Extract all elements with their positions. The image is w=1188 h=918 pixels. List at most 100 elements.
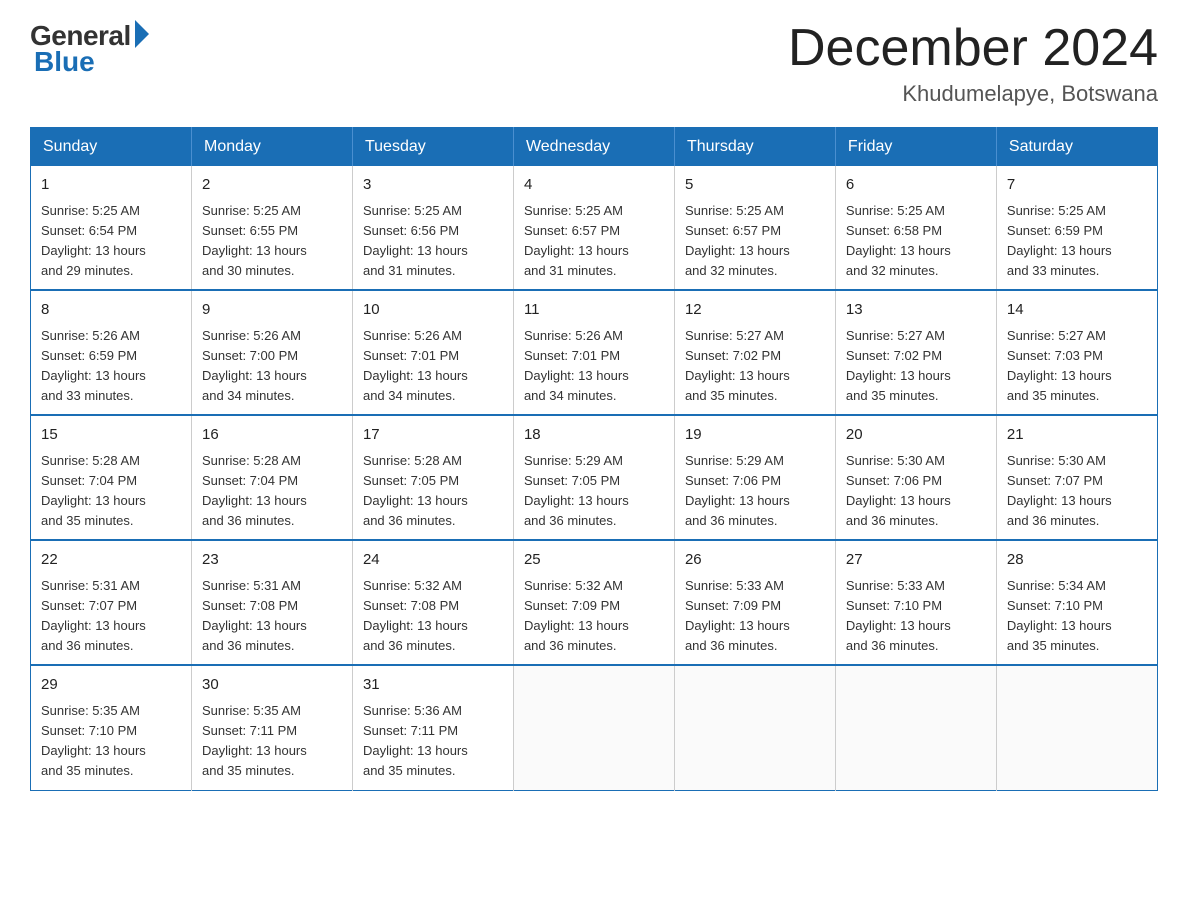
calendar-day-cell: 25 Sunrise: 5:32 AMSunset: 7:09 PMDaylig… (513, 540, 674, 665)
calendar-day-cell: 18 Sunrise: 5:29 AMSunset: 7:05 PMDaylig… (513, 415, 674, 540)
day-info: Sunrise: 5:33 AMSunset: 7:10 PMDaylight:… (846, 578, 951, 653)
calendar-week-row: 22 Sunrise: 5:31 AMSunset: 7:07 PMDaylig… (31, 540, 1158, 665)
day-info: Sunrise: 5:28 AMSunset: 7:04 PMDaylight:… (41, 453, 146, 528)
day-number: 11 (524, 299, 664, 322)
day-number: 9 (202, 299, 342, 322)
calendar-day-cell: 14 Sunrise: 5:27 AMSunset: 7:03 PMDaylig… (996, 290, 1157, 415)
calendar-day-cell: 21 Sunrise: 5:30 AMSunset: 7:07 PMDaylig… (996, 415, 1157, 540)
day-info: Sunrise: 5:32 AMSunset: 7:09 PMDaylight:… (524, 578, 629, 653)
calendar-week-row: 8 Sunrise: 5:26 AMSunset: 6:59 PMDayligh… (31, 290, 1158, 415)
day-info: Sunrise: 5:30 AMSunset: 7:07 PMDaylight:… (1007, 453, 1112, 528)
calendar-day-cell (835, 665, 996, 790)
day-number: 25 (524, 549, 664, 572)
calendar-day-cell: 13 Sunrise: 5:27 AMSunset: 7:02 PMDaylig… (835, 290, 996, 415)
day-number: 30 (202, 674, 342, 697)
calendar-table: SundayMondayTuesdayWednesdayThursdayFrid… (30, 127, 1158, 790)
logo: General Blue (30, 20, 149, 78)
day-info: Sunrise: 5:28 AMSunset: 7:05 PMDaylight:… (363, 453, 468, 528)
calendar-day-cell: 11 Sunrise: 5:26 AMSunset: 7:01 PMDaylig… (513, 290, 674, 415)
calendar-day-cell: 24 Sunrise: 5:32 AMSunset: 7:08 PMDaylig… (352, 540, 513, 665)
day-number: 13 (846, 299, 986, 322)
day-info: Sunrise: 5:35 AMSunset: 7:11 PMDaylight:… (202, 703, 307, 778)
day-info: Sunrise: 5:27 AMSunset: 7:02 PMDaylight:… (685, 328, 790, 403)
location-text: Khudumelapye, Botswana (788, 81, 1158, 107)
day-info: Sunrise: 5:28 AMSunset: 7:04 PMDaylight:… (202, 453, 307, 528)
day-info: Sunrise: 5:25 AMSunset: 6:56 PMDaylight:… (363, 203, 468, 278)
calendar-day-header: Sunday (31, 128, 192, 167)
calendar-day-cell: 16 Sunrise: 5:28 AMSunset: 7:04 PMDaylig… (191, 415, 352, 540)
day-number: 29 (41, 674, 181, 697)
month-title: December 2024 (788, 20, 1158, 77)
calendar-day-cell: 1 Sunrise: 5:25 AMSunset: 6:54 PMDayligh… (31, 166, 192, 290)
calendar-day-header: Thursday (674, 128, 835, 167)
day-info: Sunrise: 5:31 AMSunset: 7:08 PMDaylight:… (202, 578, 307, 653)
calendar-day-cell: 28 Sunrise: 5:34 AMSunset: 7:10 PMDaylig… (996, 540, 1157, 665)
calendar-day-cell (996, 665, 1157, 790)
calendar-day-cell: 10 Sunrise: 5:26 AMSunset: 7:01 PMDaylig… (352, 290, 513, 415)
calendar-day-cell: 31 Sunrise: 5:36 AMSunset: 7:11 PMDaylig… (352, 665, 513, 790)
day-info: Sunrise: 5:25 AMSunset: 6:54 PMDaylight:… (41, 203, 146, 278)
day-info: Sunrise: 5:27 AMSunset: 7:02 PMDaylight:… (846, 328, 951, 403)
day-number: 19 (685, 424, 825, 447)
calendar-day-cell (513, 665, 674, 790)
calendar-day-cell: 2 Sunrise: 5:25 AMSunset: 6:55 PMDayligh… (191, 166, 352, 290)
day-info: Sunrise: 5:30 AMSunset: 7:06 PMDaylight:… (846, 453, 951, 528)
day-number: 31 (363, 674, 503, 697)
day-number: 16 (202, 424, 342, 447)
day-info: Sunrise: 5:29 AMSunset: 7:05 PMDaylight:… (524, 453, 629, 528)
day-info: Sunrise: 5:26 AMSunset: 7:00 PMDaylight:… (202, 328, 307, 403)
calendar-day-cell: 6 Sunrise: 5:25 AMSunset: 6:58 PMDayligh… (835, 166, 996, 290)
calendar-day-cell: 22 Sunrise: 5:31 AMSunset: 7:07 PMDaylig… (31, 540, 192, 665)
day-number: 4 (524, 174, 664, 197)
day-info: Sunrise: 5:25 AMSunset: 6:57 PMDaylight:… (685, 203, 790, 278)
calendar-day-cell: 30 Sunrise: 5:35 AMSunset: 7:11 PMDaylig… (191, 665, 352, 790)
day-info: Sunrise: 5:25 AMSunset: 6:58 PMDaylight:… (846, 203, 951, 278)
calendar-day-header: Monday (191, 128, 352, 167)
calendar-day-header: Friday (835, 128, 996, 167)
day-number: 12 (685, 299, 825, 322)
day-number: 6 (846, 174, 986, 197)
calendar-day-cell: 12 Sunrise: 5:27 AMSunset: 7:02 PMDaylig… (674, 290, 835, 415)
day-number: 5 (685, 174, 825, 197)
calendar-day-cell: 29 Sunrise: 5:35 AMSunset: 7:10 PMDaylig… (31, 665, 192, 790)
day-number: 15 (41, 424, 181, 447)
day-number: 3 (363, 174, 503, 197)
day-info: Sunrise: 5:36 AMSunset: 7:11 PMDaylight:… (363, 703, 468, 778)
calendar-week-row: 15 Sunrise: 5:28 AMSunset: 7:04 PMDaylig… (31, 415, 1158, 540)
calendar-day-cell: 19 Sunrise: 5:29 AMSunset: 7:06 PMDaylig… (674, 415, 835, 540)
day-info: Sunrise: 5:31 AMSunset: 7:07 PMDaylight:… (41, 578, 146, 653)
calendar-day-cell: 8 Sunrise: 5:26 AMSunset: 6:59 PMDayligh… (31, 290, 192, 415)
calendar-day-cell: 9 Sunrise: 5:26 AMSunset: 7:00 PMDayligh… (191, 290, 352, 415)
day-info: Sunrise: 5:33 AMSunset: 7:09 PMDaylight:… (685, 578, 790, 653)
calendar-week-row: 29 Sunrise: 5:35 AMSunset: 7:10 PMDaylig… (31, 665, 1158, 790)
day-number: 22 (41, 549, 181, 572)
calendar-day-header: Saturday (996, 128, 1157, 167)
day-number: 26 (685, 549, 825, 572)
calendar-day-header: Tuesday (352, 128, 513, 167)
day-number: 10 (363, 299, 503, 322)
calendar-header-row: SundayMondayTuesdayWednesdayThursdayFrid… (31, 128, 1158, 167)
day-number: 28 (1007, 549, 1147, 572)
page-header: General Blue December 2024 Khudumelapye,… (30, 20, 1158, 107)
calendar-day-cell: 27 Sunrise: 5:33 AMSunset: 7:10 PMDaylig… (835, 540, 996, 665)
logo-blue-text: Blue (30, 46, 95, 78)
calendar-week-row: 1 Sunrise: 5:25 AMSunset: 6:54 PMDayligh… (31, 166, 1158, 290)
day-info: Sunrise: 5:25 AMSunset: 6:55 PMDaylight:… (202, 203, 307, 278)
day-number: 8 (41, 299, 181, 322)
day-info: Sunrise: 5:27 AMSunset: 7:03 PMDaylight:… (1007, 328, 1112, 403)
calendar-day-header: Wednesday (513, 128, 674, 167)
day-number: 24 (363, 549, 503, 572)
day-number: 17 (363, 424, 503, 447)
day-number: 23 (202, 549, 342, 572)
calendar-day-cell: 15 Sunrise: 5:28 AMSunset: 7:04 PMDaylig… (31, 415, 192, 540)
day-info: Sunrise: 5:25 AMSunset: 6:59 PMDaylight:… (1007, 203, 1112, 278)
calendar-day-cell: 5 Sunrise: 5:25 AMSunset: 6:57 PMDayligh… (674, 166, 835, 290)
day-info: Sunrise: 5:35 AMSunset: 7:10 PMDaylight:… (41, 703, 146, 778)
logo-triangle-icon (135, 20, 149, 48)
day-info: Sunrise: 5:25 AMSunset: 6:57 PMDaylight:… (524, 203, 629, 278)
day-number: 14 (1007, 299, 1147, 322)
day-number: 27 (846, 549, 986, 572)
calendar-day-cell: 4 Sunrise: 5:25 AMSunset: 6:57 PMDayligh… (513, 166, 674, 290)
calendar-day-cell: 26 Sunrise: 5:33 AMSunset: 7:09 PMDaylig… (674, 540, 835, 665)
day-number: 1 (41, 174, 181, 197)
